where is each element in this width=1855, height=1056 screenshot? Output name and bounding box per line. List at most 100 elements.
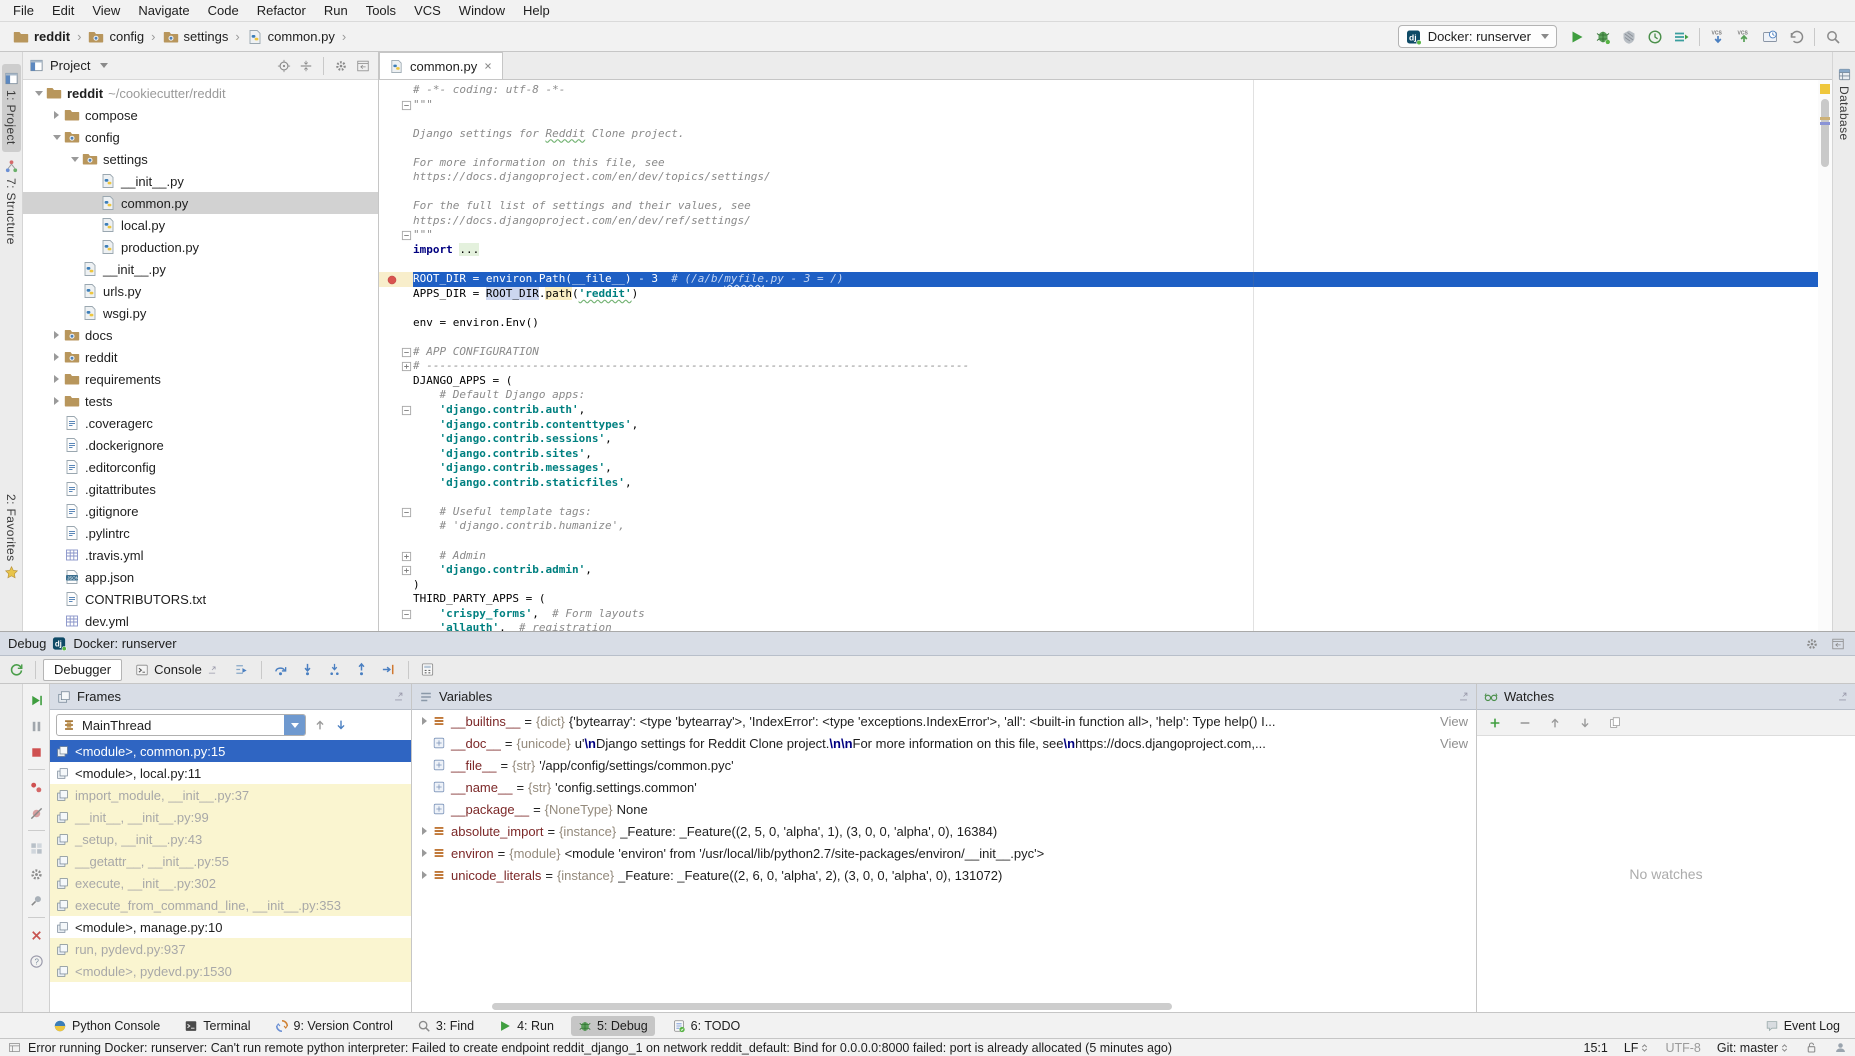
expand-arrow-icon[interactable] xyxy=(416,871,432,879)
code-editor[interactable]: # -*- coding: utf-8 -*-"""Django setting… xyxy=(379,80,1832,631)
editor-scrollbar[interactable] xyxy=(1821,99,1829,167)
tree-item-production-py[interactable]: production.py xyxy=(23,236,378,258)
tree-item-pylintrc[interactable]: .pylintrc xyxy=(23,522,378,544)
closeX-button[interactable] xyxy=(26,926,46,944)
tool-tab-python-console[interactable]: Python Console xyxy=(46,1016,167,1036)
frame-row[interactable]: execute, __init__.py:302 xyxy=(50,872,411,894)
status-widget-line-separator[interactable]: LF xyxy=(1624,1041,1650,1055)
variable-row-absolute-import[interactable]: absolute_import={instance}_Feature: _Fea… xyxy=(412,820,1476,842)
search-everywhere-button[interactable] xyxy=(1821,25,1845,49)
tool-tab-event-log[interactable]: Event Log xyxy=(1758,1016,1847,1036)
smartstep-button[interactable] xyxy=(323,658,347,682)
resume-button[interactable] xyxy=(26,691,46,709)
stepinto-button[interactable] xyxy=(296,658,320,682)
concurrency-diagram-button[interactable] xyxy=(1669,25,1693,49)
pause-button[interactable] xyxy=(26,717,46,735)
status-widget-caret-position[interactable]: 15:1 xyxy=(1584,1041,1608,1055)
profiler-button[interactable] xyxy=(1643,25,1667,49)
tool-tab-terminal[interactable]: Terminal xyxy=(177,1016,257,1036)
tree-item-init-py[interactable]: __init__.py xyxy=(23,258,378,280)
gridlayout-button[interactable] xyxy=(26,839,46,857)
gearsm-button[interactable] xyxy=(1803,635,1821,653)
target-button[interactable] xyxy=(275,57,293,75)
stripe-tab-7-structure[interactable]: 7: Structure xyxy=(2,152,21,252)
variable-row-builtins[interactable]: __builtins__={dict}{'bytearray': <type '… xyxy=(412,710,1476,732)
tool-tab-6-todo[interactable]: 6: TODO xyxy=(665,1016,748,1036)
local-history-button[interactable] xyxy=(1758,25,1782,49)
tree-item-gitignore[interactable]: .gitignore xyxy=(23,500,378,522)
stop-button[interactable] xyxy=(26,743,46,761)
breadcrumb-config[interactable]: config xyxy=(85,28,147,46)
chevron-down-icon[interactable] xyxy=(284,715,305,735)
variable-row-package[interactable]: __package__={NoneType}None xyxy=(412,798,1476,820)
run-button[interactable] xyxy=(1565,25,1589,49)
variable-row-file[interactable]: __file__={str}'/app/config/settings/comm… xyxy=(412,754,1476,776)
float-panel-icon[interactable] xyxy=(393,691,404,702)
menu-window[interactable]: Window xyxy=(450,1,514,20)
tree-item-coveragerc[interactable]: .coveragerc xyxy=(23,412,378,434)
next-frame-icon[interactable] xyxy=(334,718,348,732)
tree-item-dev-yml[interactable]: dev.yml xyxy=(23,610,378,631)
tool-tab-4-run[interactable]: 4: Run xyxy=(491,1016,561,1036)
execpoint-button[interactable] xyxy=(230,658,254,682)
tool-tab-9-version-control[interactable]: 9: Version Control xyxy=(268,1016,400,1036)
float-panel-icon[interactable] xyxy=(1837,691,1848,702)
tree-item-tests[interactable]: tests xyxy=(23,390,378,412)
arrup-button[interactable] xyxy=(1546,714,1564,732)
variable-row-name[interactable]: __name__={str}'config.settings.common' xyxy=(412,776,1476,798)
collapse-button[interactable] xyxy=(297,57,315,75)
tool-tab-3-find[interactable]: 3: Find xyxy=(410,1016,481,1036)
debug-button[interactable] xyxy=(1591,25,1615,49)
run-with-coverage-button[interactable] xyxy=(1617,25,1641,49)
variable-row-environ[interactable]: environ={module}<module 'environ' from '… xyxy=(412,842,1476,864)
tree-item-init-py[interactable]: __init__.py xyxy=(23,170,378,192)
stripe-tab-2-favorites[interactable]: 2: Favorites xyxy=(2,487,21,588)
tree-item-compose[interactable]: compose xyxy=(23,104,378,126)
breadcrumb-settings[interactable]: settings xyxy=(160,28,232,46)
breadcrumb-common-py[interactable]: common.py xyxy=(244,28,338,46)
undo-button[interactable] xyxy=(1784,25,1808,49)
menu-view[interactable]: View xyxy=(83,1,129,20)
hidepanel-button[interactable] xyxy=(1829,635,1847,653)
plus-button[interactable] xyxy=(1486,714,1504,732)
gearsm-button[interactable] xyxy=(26,865,46,883)
arrdown-button[interactable] xyxy=(1576,714,1594,732)
menu-file[interactable]: File xyxy=(4,1,43,20)
debug-tab-console[interactable]: Console xyxy=(125,659,227,681)
frame-row[interactable]: __getattr__, __init__.py:55 xyxy=(50,850,411,872)
copy-button[interactable] xyxy=(1606,714,1624,732)
status-widget-git-branch[interactable]: Git: master xyxy=(1717,1041,1789,1055)
tree-item-urls-py[interactable]: urls.py xyxy=(23,280,378,302)
run-configuration-select[interactable]: dj Docker: runserver xyxy=(1398,25,1557,48)
chevron-down-icon[interactable] xyxy=(67,157,82,162)
frame-row[interactable]: __init__, __init__.py:99 xyxy=(50,806,411,828)
update-project-button[interactable]: VCS xyxy=(1706,25,1730,49)
tree-item-editorconfig[interactable]: .editorconfig xyxy=(23,456,378,478)
close-icon[interactable] xyxy=(483,61,493,71)
thread-select[interactable]: MainThread xyxy=(56,714,306,736)
chevron-right-icon[interactable] xyxy=(49,331,64,339)
view-link[interactable]: View xyxy=(1432,714,1476,729)
viewbps-button[interactable] xyxy=(26,778,46,796)
chevron-right-icon[interactable] xyxy=(49,353,64,361)
tree-item-gitattributes[interactable]: .gitattributes xyxy=(23,478,378,500)
menu-vcs[interactable]: VCS xyxy=(405,1,450,20)
menu-navigate[interactable]: Navigate xyxy=(129,1,198,20)
mutebp-button[interactable] xyxy=(26,804,46,822)
rerun-debug-button[interactable] xyxy=(4,658,28,682)
chevron-right-icon[interactable] xyxy=(49,397,64,405)
menu-edit[interactable]: Edit xyxy=(43,1,83,20)
variable-row-doc[interactable]: __doc__={unicode}u'\nDjango settings for… xyxy=(412,732,1476,754)
view-link[interactable]: View xyxy=(1432,736,1476,751)
tree-item-local-py[interactable]: local.py xyxy=(23,214,378,236)
chevron-right-icon[interactable] xyxy=(49,111,64,119)
stripe-tab-database[interactable]: Database xyxy=(1835,60,1854,148)
stepout-button[interactable] xyxy=(350,658,374,682)
runtocursor-button[interactable] xyxy=(377,658,401,682)
menu-refactor[interactable]: Refactor xyxy=(248,1,315,20)
previous-frame-icon[interactable] xyxy=(313,718,327,732)
tree-item-contributors-txt[interactable]: CONTRIBUTORS.txt xyxy=(23,588,378,610)
variable-row-unicode-literals[interactable]: unicode_literals={instance}_Feature: _Fe… xyxy=(412,864,1476,886)
menu-run[interactable]: Run xyxy=(315,1,357,20)
debug-tab-debugger[interactable]: Debugger xyxy=(43,659,122,681)
